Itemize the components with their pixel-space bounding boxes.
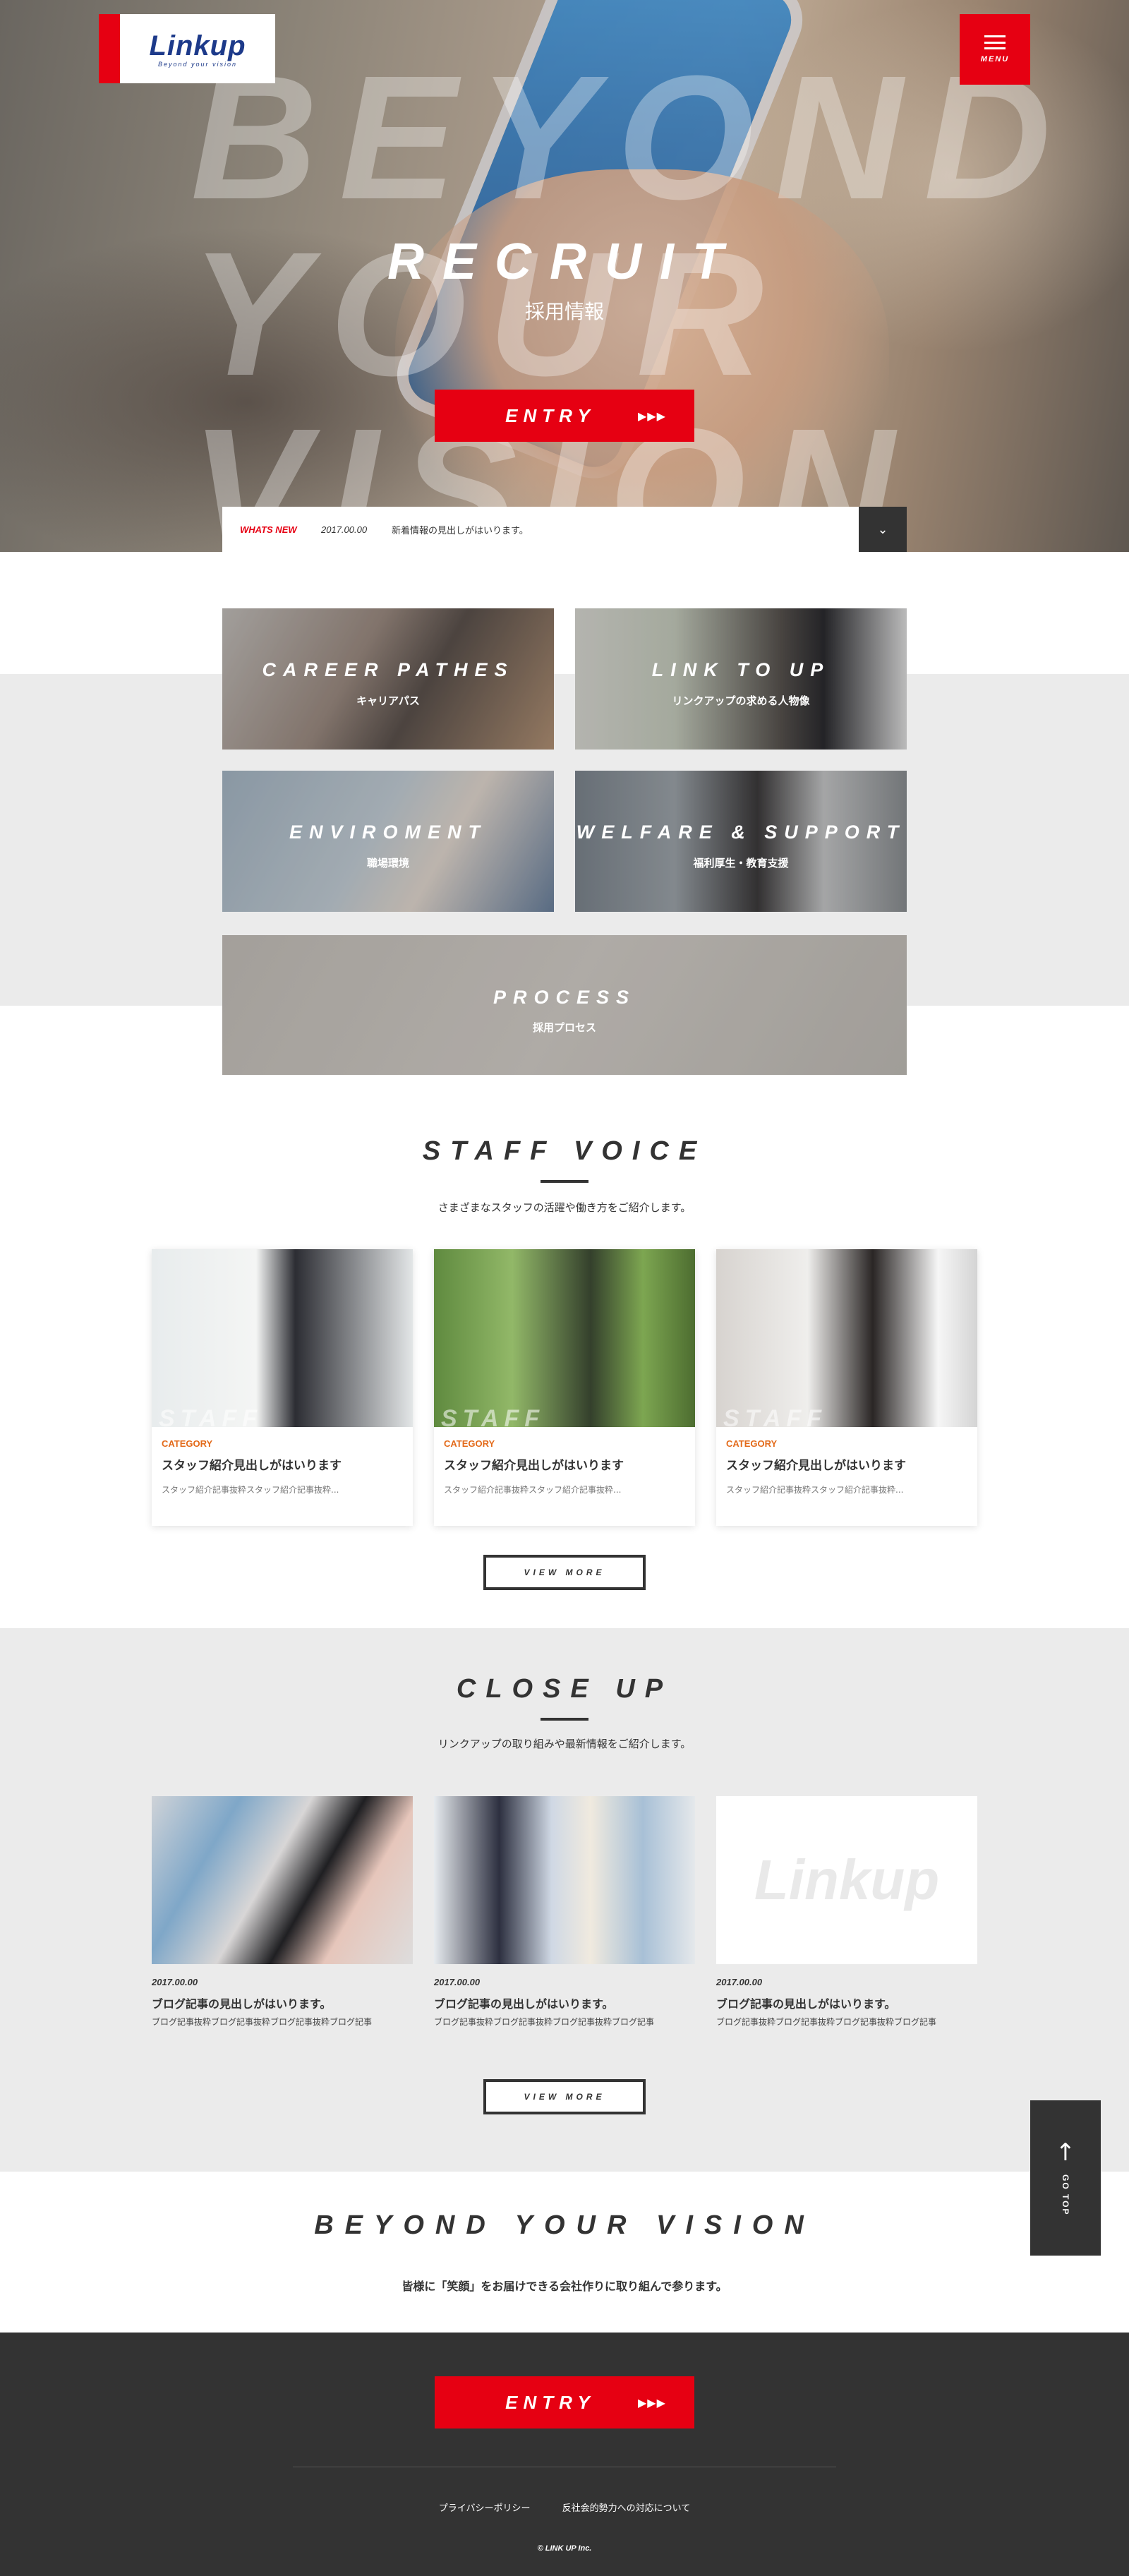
staff-heading: スタッフ紹介見出しがはいります bbox=[444, 1459, 624, 1473]
page-subtitle: 採用情報 bbox=[524, 300, 604, 323]
news-headline-link[interactable]: 新着情報の見出しがはいります。 bbox=[392, 523, 859, 536]
hero-section: BEYOND YOUR VISION Linkup Beyond your vi… bbox=[0, 0, 1129, 552]
staff-category: CATEGORY bbox=[444, 1438, 495, 1449]
tile-title: LINK TO UP bbox=[651, 659, 831, 680]
tile-process[interactable]: PROCESS 採用プロセス bbox=[222, 935, 907, 1075]
staff-excerpt: スタッフ紹介記事抜粋スタッフ紹介記事抜粋... bbox=[726, 1485, 904, 1495]
staff-voice-title: STAFF VOICE bbox=[422, 1136, 707, 1166]
news-date: 2017.00.00 bbox=[321, 524, 368, 535]
triple-arrow-icon: ▶▶▶ bbox=[638, 409, 666, 423]
chevron-down-icon: ⌄ bbox=[877, 522, 888, 537]
tile-enviroment[interactable]: ENVIROMENT 職場環境 bbox=[222, 771, 554, 912]
logo-name: Linkup bbox=[149, 30, 246, 61]
blog-card[interactable]: Linkup 2017.00.00 ブログ記事の見出しがはいります。 ブログ記事… bbox=[716, 1796, 977, 2028]
staff-watermark: STAFF bbox=[723, 1405, 828, 1427]
blog-date: 2017.00.00 bbox=[716, 1977, 763, 1987]
site-logo[interactable]: Linkup Beyond your vision bbox=[99, 14, 275, 83]
closeup-view-more-button[interactable]: VIEW MORE bbox=[483, 2079, 646, 2114]
tile-subtitle: 職場環境 bbox=[366, 857, 409, 869]
tile-career-pathes[interactable]: CAREER PATHES キャリアパス bbox=[222, 608, 554, 750]
vision-title: BEYOND YOUR VISION bbox=[314, 2210, 815, 2240]
tile-subtitle: 採用プロセス bbox=[532, 1021, 596, 1034]
staff-card[interactable]: STAFF CATEGORY スタッフ紹介見出しがはいります スタッフ紹介記事抜… bbox=[434, 1249, 695, 1526]
triple-arrow-icon: ▶▶▶ bbox=[638, 2395, 666, 2409]
blog-photo bbox=[152, 1796, 413, 1964]
tile-title: WELFARE & SUPPORT bbox=[576, 821, 906, 843]
logo-tagline: Beyond your vision bbox=[157, 60, 238, 68]
logo-text: Linkup Beyond your vision bbox=[120, 30, 275, 68]
page-title: RECRUIT bbox=[387, 234, 742, 290]
footer-entry-button[interactable]: ENTRY ▶▶▶ bbox=[435, 2376, 694, 2428]
staff-category: CATEGORY bbox=[726, 1438, 778, 1449]
blog-card[interactable]: 2017.00.00 ブログ記事の見出しがはいります。 ブログ記事抜粋ブログ記事… bbox=[152, 1796, 413, 2028]
news-toggle-button[interactable]: ⌄ bbox=[859, 507, 907, 552]
entry-label: ENTRY bbox=[505, 2391, 596, 2413]
menu-button[interactable]: MENU bbox=[960, 14, 1030, 85]
tile-subtitle: リンクアップの求める人物像 bbox=[672, 694, 810, 707]
tile-title: ENVIROMENT bbox=[289, 821, 487, 843]
staff-watermark: STAFF bbox=[159, 1405, 263, 1427]
blog-excerpt: ブログ記事抜粋ブログ記事抜粋ブログ記事抜粋ブログ記事 bbox=[152, 2017, 373, 2027]
footer-links: プライバシーポリシー 反社会的勢力への対応について bbox=[0, 2500, 1129, 2514]
tile-title: PROCESS bbox=[493, 987, 636, 1008]
staff-heading: スタッフ紹介見出しがはいります bbox=[726, 1459, 906, 1473]
staff-excerpt: スタッフ紹介記事抜粋スタッフ紹介記事抜粋... bbox=[444, 1485, 622, 1495]
close-up-description: リンクアップの取り組みや最新情報をご紹介します。 bbox=[437, 1738, 692, 1750]
anti-social-policy-link[interactable]: 反社会的勢力への対応について bbox=[562, 2503, 691, 2514]
blog-excerpt: ブログ記事抜粋ブログ記事抜粋ブログ記事抜粋ブログ記事 bbox=[434, 2017, 655, 2027]
tile-title: CAREER PATHES bbox=[262, 659, 514, 680]
entry-label: ENTRY bbox=[505, 404, 596, 426]
vision-description: 皆様に「笑顔」をお届けできる会社作りに取り組んで参ります。 bbox=[402, 2280, 727, 2293]
copyright: © LINK UP Inc. bbox=[537, 2544, 592, 2553]
menu-label: MENU bbox=[980, 55, 1010, 64]
blog-date: 2017.00.00 bbox=[434, 1977, 481, 1987]
whats-new-bar: WHATS NEW 2017.00.00 新着情報の見出しがはいります。 ⌄ bbox=[222, 507, 907, 552]
staff-photo: STAFF bbox=[434, 1249, 695, 1427]
hero-entry-button[interactable]: ENTRY ▶▶▶ bbox=[435, 390, 694, 442]
blog-card[interactable]: 2017.00.00 ブログ記事の見出しがはいります。 ブログ記事抜粋ブログ記事… bbox=[434, 1796, 695, 2028]
hamburger-icon bbox=[984, 35, 1006, 49]
blog-heading: ブログ記事の見出しがはいります。 bbox=[716, 1997, 896, 2011]
staff-voice-divider bbox=[541, 1180, 588, 1183]
close-up-divider bbox=[541, 1718, 588, 1721]
staff-card[interactable]: STAFF CATEGORY スタッフ紹介見出しがはいります スタッフ紹介記事抜… bbox=[716, 1249, 977, 1526]
arrow-up-icon: ↑ bbox=[1055, 2138, 1076, 2167]
staff-view-more-button[interactable]: VIEW MORE bbox=[483, 1555, 646, 1590]
blog-date: 2017.00.00 bbox=[152, 1977, 198, 1987]
logo-accent-bar bbox=[99, 14, 120, 83]
tile-link-to-up[interactable]: LINK TO UP リンクアップの求める人物像 bbox=[575, 608, 907, 750]
tile-subtitle: キャリアパス bbox=[356, 694, 420, 707]
blog-heading: ブログ記事の見出しがはいります。 bbox=[152, 1997, 332, 2011]
staff-category: CATEGORY bbox=[162, 1438, 213, 1449]
blog-placeholder-image: Linkup bbox=[716, 1796, 977, 1964]
staff-card[interactable]: STAFF CATEGORY スタッフ紹介見出しがはいります スタッフ紹介記事抜… bbox=[152, 1249, 413, 1526]
go-top-label: GO TOP bbox=[1061, 2174, 1070, 2216]
hero-bg-text-line-1: BEYOND bbox=[191, 39, 1073, 236]
blog-heading: ブログ記事の見出しがはいります。 bbox=[434, 1997, 614, 2011]
staff-watermark: STAFF bbox=[441, 1405, 545, 1427]
staff-excerpt: スタッフ紹介記事抜粋スタッフ紹介記事抜粋... bbox=[162, 1485, 339, 1495]
close-up-title: CLOSE UP bbox=[456, 1674, 673, 1704]
tile-subtitle: 福利厚生・教育支援 bbox=[693, 857, 789, 869]
blog-excerpt: ブログ記事抜粋ブログ記事抜粋ブログ記事抜粋ブログ記事 bbox=[716, 2017, 937, 2027]
blog-photo bbox=[434, 1796, 695, 1964]
staff-voice-description: さまざまなスタッフの活躍や働き方をご紹介します。 bbox=[437, 1201, 692, 1214]
placeholder-logo: Linkup bbox=[754, 1848, 940, 1911]
site-footer: ENTRY ▶▶▶ プライバシーポリシー 反社会的勢力への対応について © LI… bbox=[0, 2333, 1129, 2576]
privacy-policy-link[interactable]: プライバシーポリシー bbox=[439, 2503, 531, 2514]
tile-welfare-support[interactable]: WELFARE & SUPPORT 福利厚生・教育支援 bbox=[575, 771, 907, 912]
staff-photo: STAFF bbox=[716, 1249, 977, 1427]
news-tag: WHATS NEW bbox=[240, 524, 297, 535]
staff-photo: STAFF bbox=[152, 1249, 413, 1427]
staff-heading: スタッフ紹介見出しがはいります bbox=[162, 1459, 342, 1473]
